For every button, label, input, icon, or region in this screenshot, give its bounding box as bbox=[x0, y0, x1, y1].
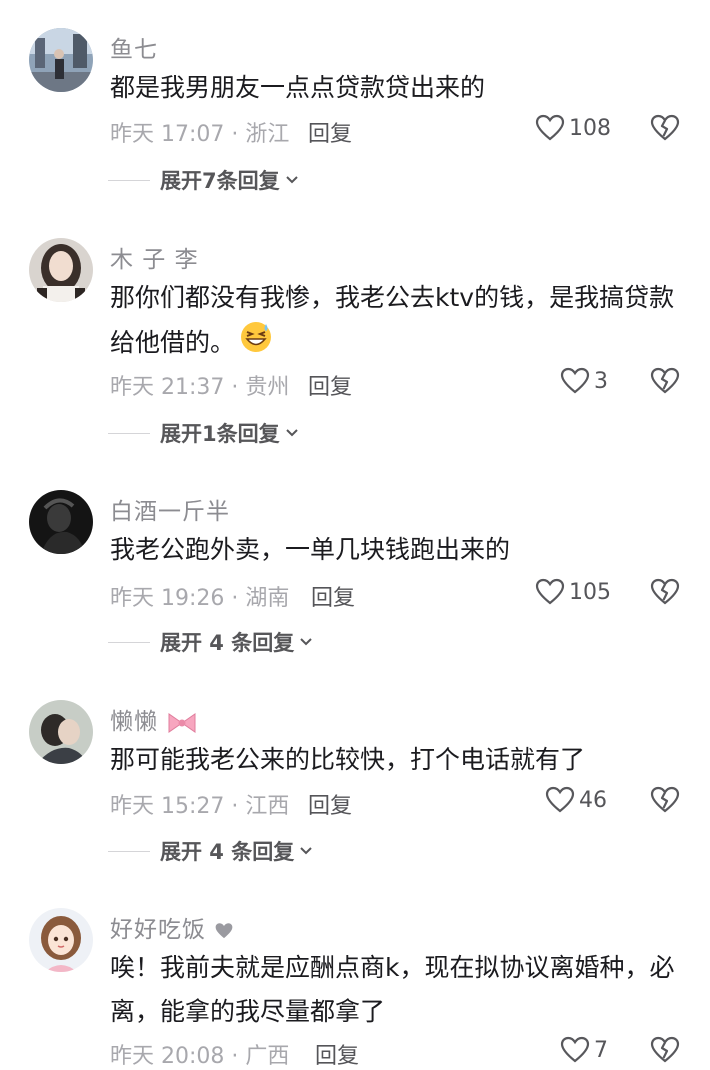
dislike-button[interactable] bbox=[650, 367, 680, 399]
comment-text-body: 那你们都没有我惨，我老公去ktv的钱，是我搞贷款给他借的。 bbox=[110, 283, 675, 357]
divider bbox=[108, 850, 150, 852]
expand-replies-label: 展开7条回复 bbox=[160, 169, 280, 193]
heart-icon bbox=[215, 922, 233, 938]
expand-replies-label: 展开1条回复 bbox=[160, 422, 280, 446]
comment-meta: 昨天 17:07 · 浙江 bbox=[110, 122, 290, 147]
comment-text: 我老公跑外卖，一单几块钱跑出来的 bbox=[110, 535, 511, 564]
divider bbox=[108, 641, 150, 643]
like-button[interactable]: 3 bbox=[560, 367, 608, 395]
laughing-sweat-emoji-icon bbox=[239, 320, 273, 368]
username[interactable]: 白酒一斤半 bbox=[110, 492, 230, 526]
heart-outline-icon bbox=[535, 114, 565, 141]
reply-button[interactable]: 回复 bbox=[308, 788, 352, 820]
avatar[interactable] bbox=[29, 908, 93, 972]
heart-outline-icon bbox=[545, 786, 575, 813]
comment-meta: 昨天 15:27 · 江西 bbox=[110, 794, 290, 819]
comment-meta: 昨天 19:26 · 湖南 bbox=[110, 586, 290, 611]
like-count: 108 bbox=[569, 115, 611, 141]
reply-button[interactable]: 回复 bbox=[308, 116, 352, 148]
chevron-down-icon bbox=[285, 429, 298, 437]
like-button[interactable]: 108 bbox=[535, 114, 611, 142]
like-count: 3 bbox=[594, 368, 608, 394]
expand-replies-button[interactable]: 展开 4 条回复 bbox=[108, 627, 314, 657]
heart-outline-icon bbox=[535, 578, 565, 605]
dislike-button[interactable] bbox=[650, 578, 680, 610]
bow-icon bbox=[168, 712, 196, 733]
broken-heart-icon bbox=[650, 367, 680, 394]
avatar[interactable] bbox=[29, 28, 93, 92]
reply-button[interactable]: 回复 bbox=[308, 369, 352, 401]
like-button[interactable]: 46 bbox=[545, 786, 607, 814]
comment-meta: 昨天 20:08 · 广西 bbox=[110, 1044, 290, 1069]
expand-replies-label: 展开 4 条回复 bbox=[160, 631, 295, 655]
expand-replies-button[interactable]: 展开 4 条回复 bbox=[108, 836, 314, 866]
comment-meta: 昨天 21:37 · 贵州 bbox=[110, 375, 290, 400]
dislike-button[interactable] bbox=[650, 1036, 680, 1068]
like-count: 46 bbox=[579, 787, 607, 813]
broken-heart-icon bbox=[650, 578, 680, 605]
comment-text: 都是我男朋友一点点贷款贷出来的 bbox=[110, 73, 486, 102]
username[interactable]: 鱼七 bbox=[110, 30, 158, 64]
divider bbox=[108, 179, 150, 181]
like-button[interactable]: 7 bbox=[560, 1036, 608, 1064]
broken-heart-icon bbox=[650, 114, 680, 141]
like-button[interactable]: 105 bbox=[535, 578, 611, 606]
like-count: 105 bbox=[569, 579, 611, 605]
username[interactable]: 木 子 李 bbox=[110, 240, 199, 274]
dislike-button[interactable] bbox=[650, 114, 680, 146]
reply-button[interactable]: 回复 bbox=[311, 580, 355, 612]
username[interactable]: 好好吃饭 bbox=[110, 910, 234, 944]
username-text: 好好吃饭 bbox=[110, 917, 206, 943]
username-text: 懒懒 bbox=[110, 709, 158, 735]
comment-text: 唉！我前夫就是应酬点商k，现在拟协议离婚种，必离，能拿的我尽量都拿了 bbox=[110, 953, 675, 1026]
heart-outline-icon bbox=[560, 367, 590, 394]
divider bbox=[108, 432, 150, 434]
chevron-down-icon bbox=[285, 176, 298, 184]
avatar[interactable] bbox=[29, 238, 93, 302]
like-count: 7 bbox=[594, 1037, 608, 1063]
avatar[interactable] bbox=[29, 700, 93, 764]
broken-heart-icon bbox=[650, 786, 680, 813]
expand-replies-button[interactable]: 展开1条回复 bbox=[108, 418, 300, 448]
heart-outline-icon bbox=[560, 1036, 590, 1063]
dislike-button[interactable] bbox=[650, 786, 680, 818]
reply-button[interactable]: 回复 bbox=[315, 1038, 359, 1070]
comment-text: 那你们都没有我惨，我老公去ktv的钱，是我搞贷款给他借的。 bbox=[110, 276, 690, 368]
chevron-down-icon bbox=[300, 638, 312, 646]
expand-replies-button[interactable]: 展开7条回复 bbox=[108, 165, 300, 195]
broken-heart-icon bbox=[650, 1036, 680, 1063]
comment-text: 那可能我老公来的比较快，打个电话就有了 bbox=[110, 745, 586, 774]
username[interactable]: 懒懒 bbox=[110, 702, 198, 736]
expand-replies-label: 展开 4 条回复 bbox=[160, 840, 295, 864]
chevron-down-icon bbox=[300, 847, 312, 855]
avatar[interactable] bbox=[29, 490, 93, 554]
